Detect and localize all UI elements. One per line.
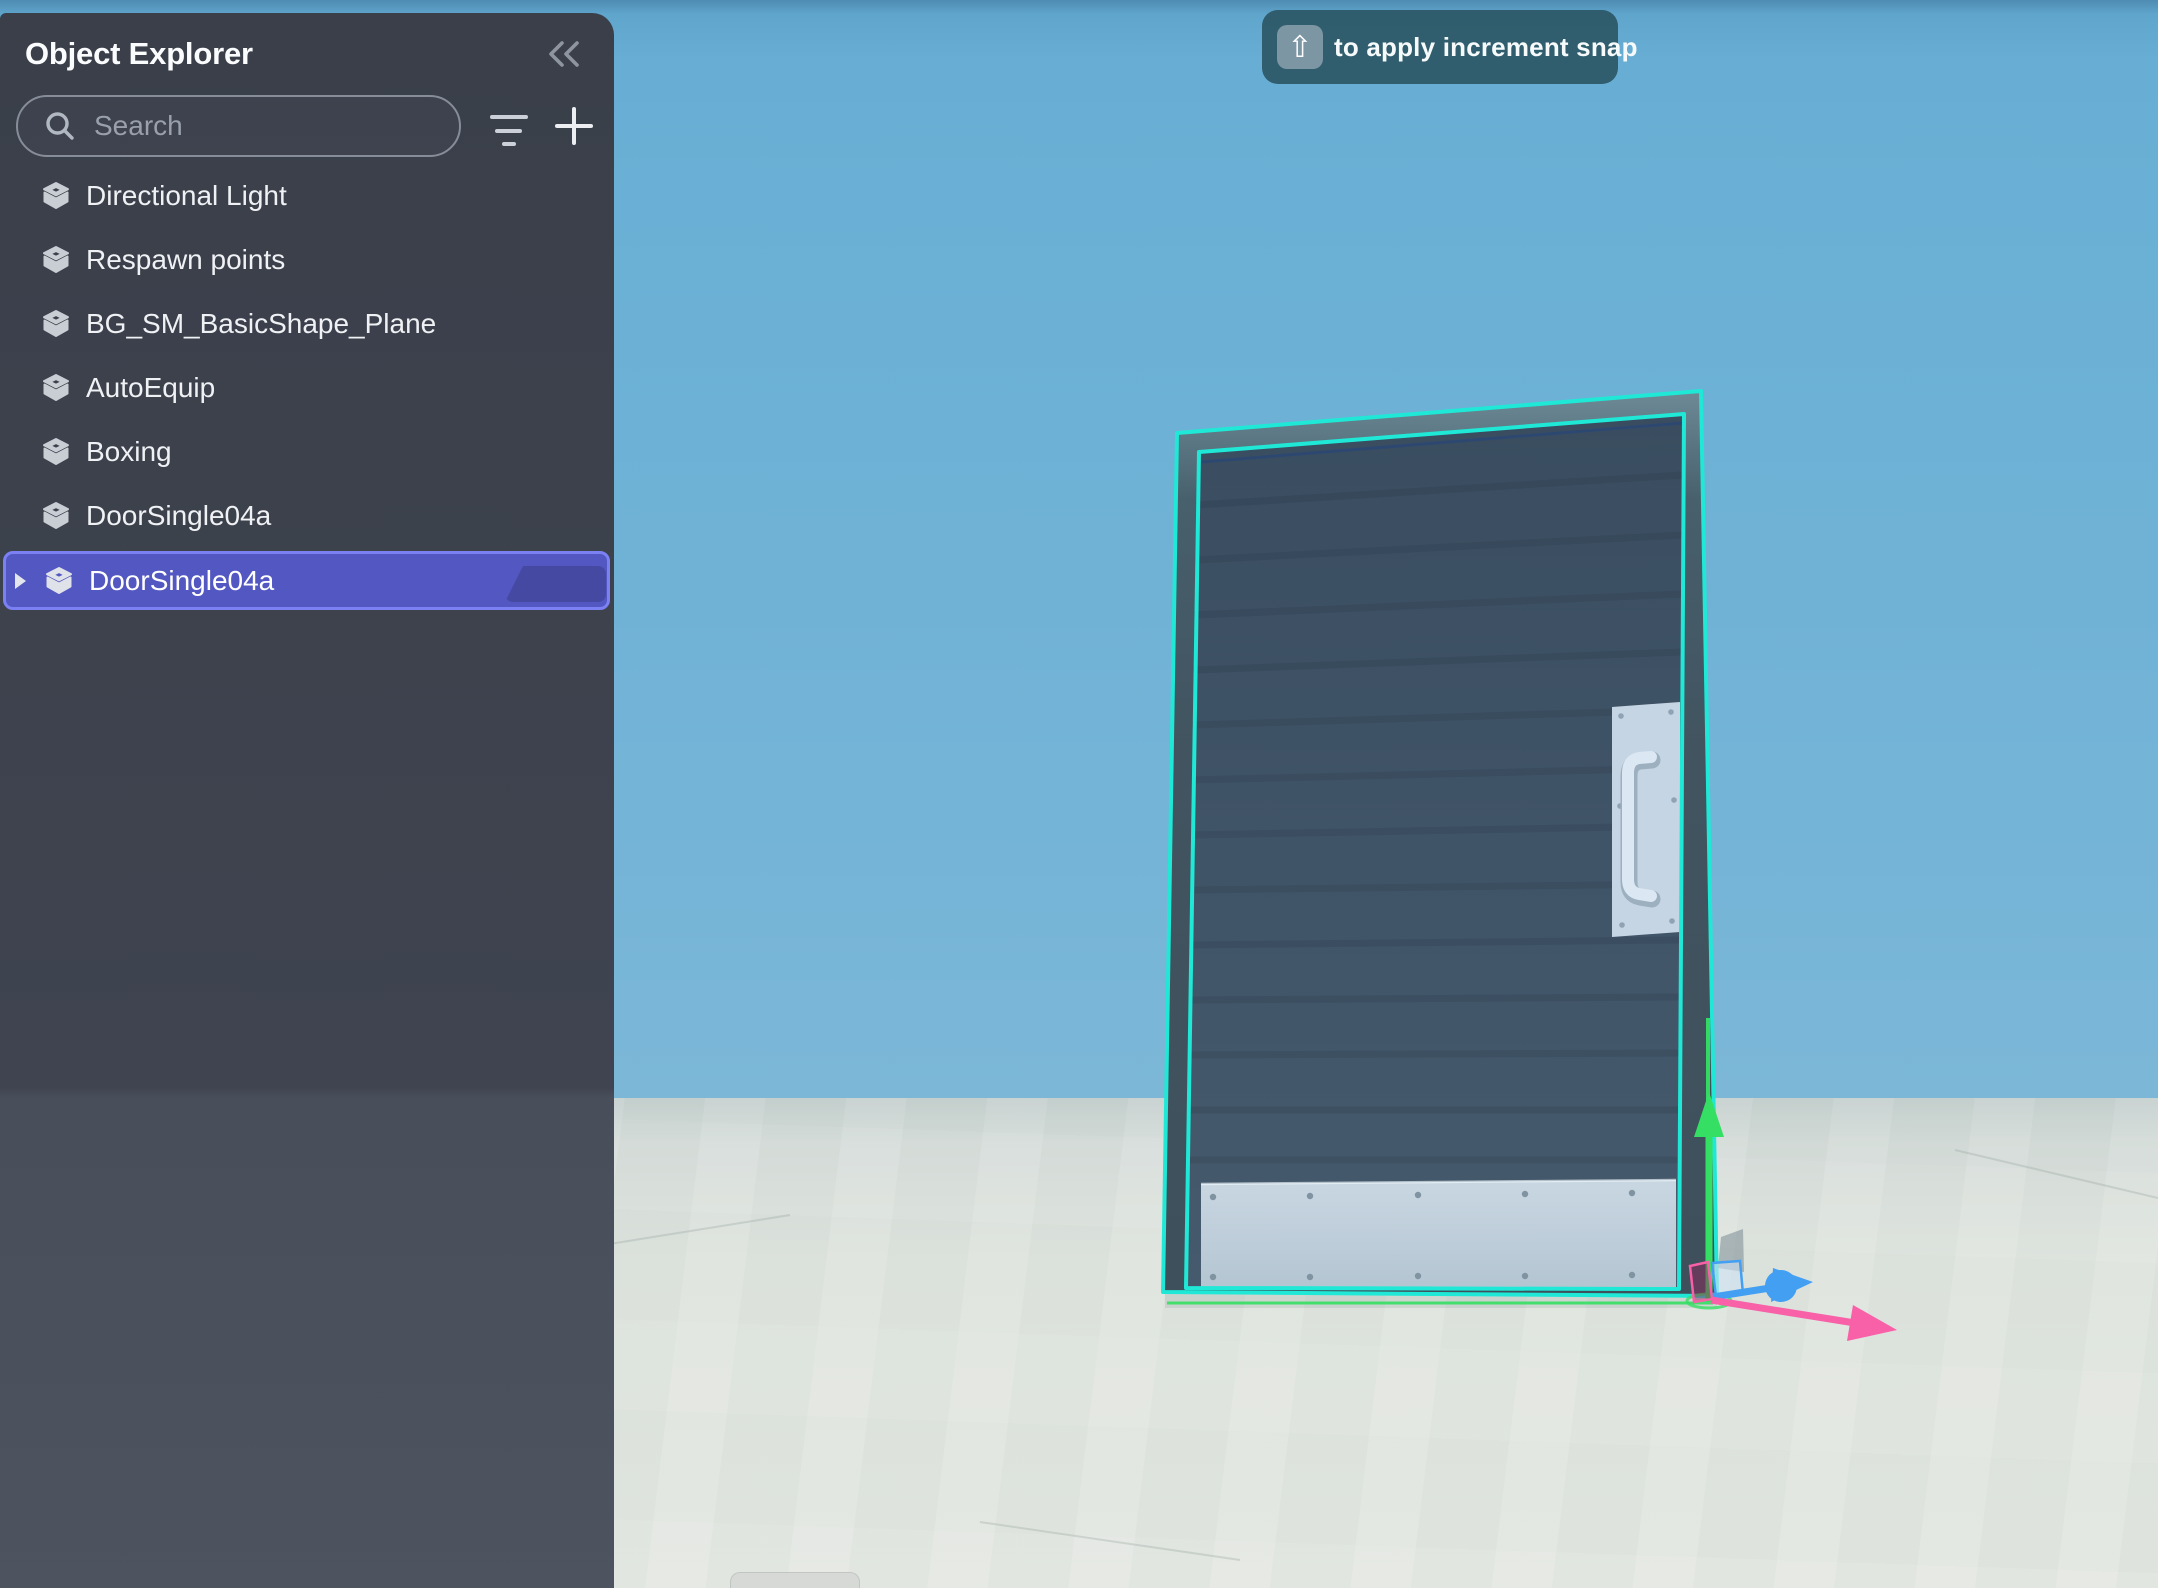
object-row[interactable]: Respawn points — [0, 228, 614, 292]
object-row-label: BG_SM_BasicShape_Plane — [86, 308, 436, 340]
object-row[interactable]: AutoEquip — [0, 356, 614, 420]
cube-icon — [40, 436, 72, 468]
row-action-area — [505, 566, 606, 602]
toast-text: to apply increment snap — [1334, 32, 1638, 63]
cube-icon — [40, 308, 72, 340]
cube-icon — [40, 180, 72, 212]
collapse-panel-button[interactable] — [544, 37, 584, 71]
door-object[interactable] — [1163, 391, 1717, 1303]
object-row[interactable]: Directional Light — [0, 164, 614, 228]
add-object-button[interactable] — [549, 101, 599, 151]
object-row-label: AutoEquip — [86, 372, 215, 404]
object-row-label: DoorSingle04a — [89, 565, 274, 597]
cube-icon — [40, 372, 72, 404]
shift-key-icon: ⇧ — [1277, 25, 1323, 69]
search-field[interactable] — [16, 95, 461, 157]
object-explorer-panel: Object Explorer — [0, 13, 614, 1588]
door-kick-plate — [1201, 1180, 1676, 1288]
search-toolbar — [16, 95, 598, 157]
object-row-selected[interactable]: DoorSingle04a — [3, 551, 610, 610]
object-row-label: Directional Light — [86, 180, 287, 212]
plus-icon — [553, 105, 595, 147]
search-input[interactable] — [92, 109, 441, 143]
door-handle — [1612, 702, 1680, 937]
cube-icon — [40, 244, 72, 276]
caret-right-icon[interactable] — [15, 573, 26, 589]
increment-snap-toast: ⇧ to apply increment snap — [1262, 10, 1618, 84]
filter-lines-icon — [487, 104, 531, 148]
transform-gizmo — [1687, 1018, 1897, 1341]
object-row[interactable]: DoorSingle04a — [0, 484, 614, 548]
object-list: Directional Light Respawn points BG_SM_B… — [0, 164, 614, 610]
object-row[interactable]: Boxing — [0, 420, 614, 484]
bottom-tooltip-remnant — [730, 1572, 860, 1588]
panel-title: Object Explorer — [25, 35, 253, 73]
panel-header: Object Explorer — [0, 13, 614, 91]
cube-icon — [43, 565, 75, 597]
cube-icon — [40, 500, 72, 532]
editor-window: ⇧ to apply increment snap Object Explore… — [0, 0, 2158, 1588]
chevrons-left-icon — [546, 39, 582, 69]
object-row-label: DoorSingle04a — [86, 500, 271, 532]
filter-button[interactable] — [483, 100, 535, 152]
object-row-label: Boxing — [86, 436, 172, 468]
object-row[interactable]: BG_SM_BasicShape_Plane — [0, 292, 614, 356]
object-row-label: Respawn points — [86, 244, 285, 276]
search-icon — [44, 110, 76, 142]
gizmo-x-axis[interactable] — [1711, 1300, 1897, 1341]
